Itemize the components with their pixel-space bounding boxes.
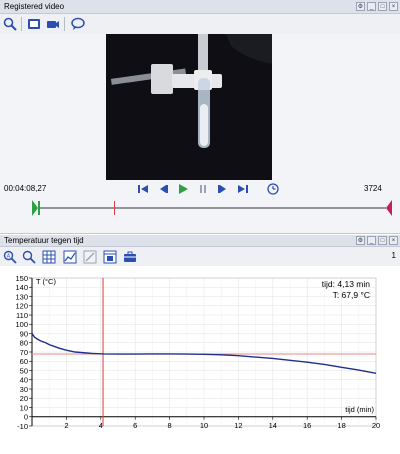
y-tick-label: 120 bbox=[15, 302, 28, 311]
x-tick-label: 10 bbox=[200, 421, 208, 430]
export-icon[interactable] bbox=[102, 249, 118, 265]
minimize-icon[interactable]: _ bbox=[367, 236, 376, 245]
x-tick-label: 12 bbox=[234, 421, 242, 430]
y-tick-label: 90 bbox=[20, 329, 28, 338]
readout-time: tijd: 4,13 min bbox=[322, 279, 370, 289]
y-tick-label: 80 bbox=[20, 339, 28, 348]
close-icon[interactable]: × bbox=[389, 2, 398, 11]
y-tick-label: 130 bbox=[15, 292, 28, 301]
video-frame-icon[interactable] bbox=[26, 16, 42, 32]
temperature-chart[interactable]: -100102030405060708090100110120130140150… bbox=[0, 266, 400, 454]
y-tick-label: 140 bbox=[15, 283, 28, 292]
maximize-icon[interactable]: □ bbox=[378, 2, 387, 11]
chart-area: -10 0 10 20 30 40 50 60 70 80 90 100 110 120 130 140 150… bbox=[0, 266, 400, 454]
video-toolbar bbox=[0, 14, 400, 34]
readout-temperature: T: 67,9 °C bbox=[333, 290, 370, 300]
y-axis-label: T (°C) bbox=[36, 277, 56, 286]
video-frame[interactable] bbox=[106, 34, 272, 180]
x-tick-label: 2 bbox=[64, 421, 68, 430]
wrench-icon[interactable]: ⚙ bbox=[356, 2, 365, 11]
x-tick-label: 14 bbox=[269, 421, 277, 430]
y-tick-label: 10 bbox=[20, 403, 28, 412]
pause-icon[interactable] bbox=[197, 183, 209, 195]
svg-text:A: A bbox=[7, 254, 11, 260]
x-tick-label: 20 bbox=[372, 421, 380, 430]
play-icon[interactable] bbox=[177, 183, 189, 195]
y-tick-label: 100 bbox=[15, 320, 28, 329]
timeline bbox=[0, 198, 400, 234]
graph-panel-titlebar: Temperatuur tegen tijd ⚙ _ □ × bbox=[0, 235, 400, 247]
y-tick-label: -10 bbox=[17, 422, 28, 431]
start-marker[interactable] bbox=[32, 200, 40, 216]
close-icon[interactable]: × bbox=[389, 236, 398, 245]
end-marker[interactable] bbox=[386, 200, 392, 216]
video-area bbox=[0, 34, 400, 180]
search-icon[interactable] bbox=[2, 16, 18, 32]
y-tick-label: 0 bbox=[24, 413, 28, 422]
table-icon[interactable] bbox=[41, 249, 57, 265]
y-tick-label: 50 bbox=[20, 366, 28, 375]
skip-to-start-icon[interactable] bbox=[137, 183, 149, 195]
step-forward-icon[interactable] bbox=[217, 183, 229, 195]
y-tick-label: 40 bbox=[20, 376, 28, 385]
y-tick-label: 110 bbox=[16, 311, 28, 320]
frame-count: 3724 bbox=[364, 184, 382, 193]
video-panel-titlebar: Registered video ⚙ _ □ × bbox=[0, 0, 400, 14]
x-axis-label: tijd (min) bbox=[345, 405, 374, 414]
skip-to-end-icon[interactable] bbox=[237, 183, 249, 195]
graph-toolbar: A 1 bbox=[0, 247, 400, 266]
toolbar-separator bbox=[21, 17, 22, 31]
minimize-icon[interactable]: _ bbox=[367, 2, 376, 11]
x-tick-label: 18 bbox=[337, 421, 345, 430]
toolbox-icon[interactable] bbox=[122, 249, 138, 265]
x-tick-label: 4 bbox=[99, 421, 103, 430]
toolbar-separator bbox=[64, 17, 65, 31]
graph-icon[interactable] bbox=[62, 249, 78, 265]
y-tick-label: 30 bbox=[20, 385, 28, 394]
y-tick-label: 20 bbox=[20, 394, 28, 403]
x-tick-label: 16 bbox=[303, 421, 311, 430]
y-tick-label: 150 bbox=[15, 274, 28, 283]
step-back-icon[interactable] bbox=[157, 183, 169, 195]
y-tick-label: 60 bbox=[20, 357, 28, 366]
maximize-icon[interactable]: □ bbox=[378, 236, 387, 245]
zoom-icon[interactable] bbox=[21, 249, 37, 265]
video-panel-title: Registered video bbox=[4, 2, 65, 11]
chat-icon[interactable] bbox=[70, 16, 86, 32]
wrench-icon[interactable]: ⚙ bbox=[356, 236, 365, 245]
clock-icon[interactable] bbox=[267, 183, 279, 195]
timecode: 00:04:08,27 bbox=[4, 184, 47, 193]
x-tick-label: 6 bbox=[133, 421, 137, 430]
playback-controls: 00:04:08,27 3724 bbox=[0, 180, 400, 198]
x-tick-label: 8 bbox=[168, 421, 172, 430]
zoom-fit-icon[interactable]: A bbox=[2, 249, 18, 265]
y-tick-label: 70 bbox=[20, 348, 28, 357]
camera-icon[interactable] bbox=[45, 16, 61, 32]
graph-panel-title: Temperatuur tegen tijd bbox=[4, 236, 84, 245]
graph-settings-icon[interactable] bbox=[82, 249, 98, 265]
page-number: 1 bbox=[391, 251, 396, 260]
